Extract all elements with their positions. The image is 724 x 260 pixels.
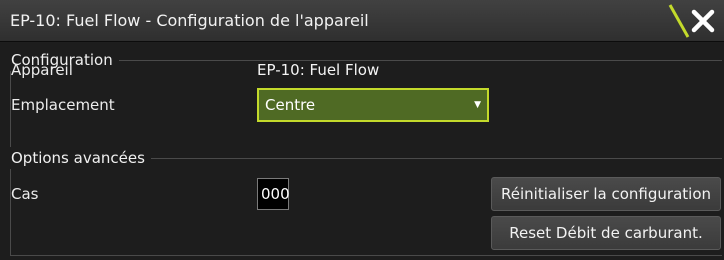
chevron-down-icon: ▼ [474, 100, 481, 110]
dialog-title: EP-10: Fuel Flow - Configuration de l'ap… [10, 11, 369, 30]
device-config-dialog: EP-10: Fuel Flow - Configuration de l'ap… [0, 0, 724, 260]
location-select-value: Centre [265, 96, 316, 114]
configuration-group: Configuration Appareil EP-10: Fuel Flow … [1, 49, 722, 150]
close-button[interactable] [664, 3, 722, 39]
location-label: Emplacement [11, 96, 115, 114]
instance-field[interactable]: 000 [257, 178, 290, 210]
advanced-options-group: Options avancées Cas 000 Réinitialiser l… [1, 147, 722, 256]
dialog-content: Configuration Appareil EP-10: Fuel Flow … [0, 43, 724, 260]
location-select[interactable]: Centre ▼ [257, 88, 489, 122]
title-bar: EP-10: Fuel Flow - Configuration de l'ap… [0, 0, 724, 42]
reset-configuration-button[interactable]: Réinitialiser la configuration [491, 177, 721, 211]
instance-field-value: 000 [261, 185, 290, 203]
device-value: EP-10: Fuel Flow [257, 61, 380, 79]
advanced-options-legend: Options avancées [1, 147, 151, 169]
close-icon [668, 4, 715, 38]
reset-fuel-flow-button[interactable]: Reset Débit de carburant. [491, 216, 721, 250]
device-label: Appareil [11, 61, 73, 79]
instance-label: Cas [11, 185, 39, 203]
